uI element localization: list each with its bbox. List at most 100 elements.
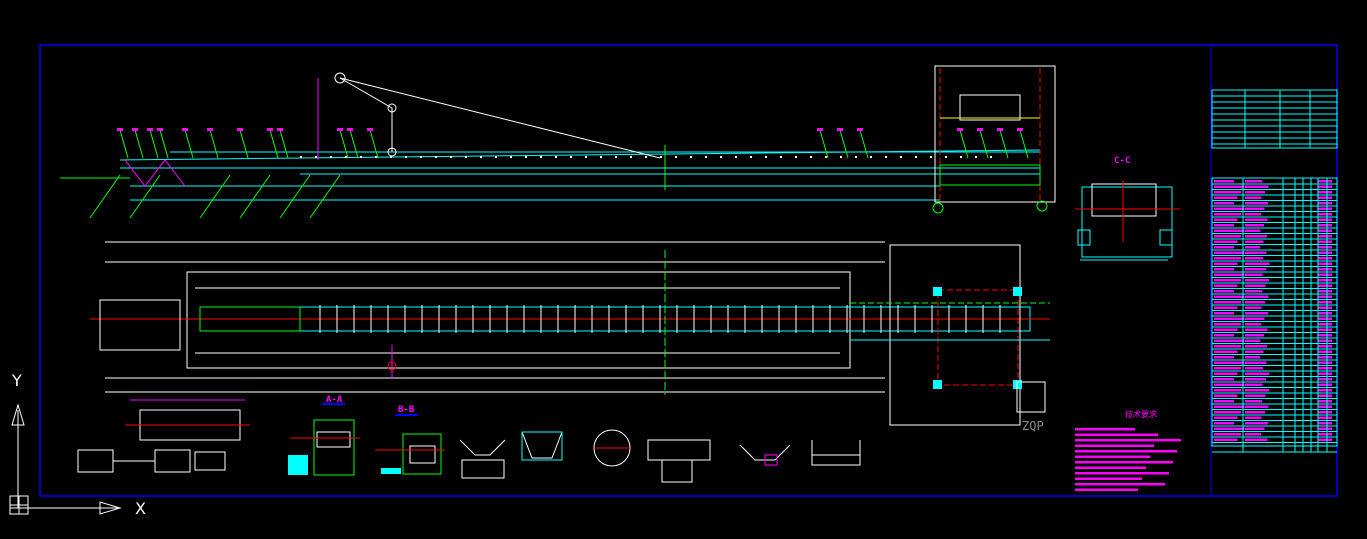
leader-line [279, 174, 311, 219]
table-text [1318, 317, 1332, 320]
table-text [1214, 422, 1234, 425]
table-text [1245, 405, 1269, 408]
leader-tag [117, 128, 123, 131]
idler-mark [795, 156, 797, 158]
note-line [1075, 428, 1135, 431]
table-text [1318, 284, 1332, 287]
idler-mark [900, 156, 902, 158]
note-line [1075, 444, 1154, 447]
ucs-x-label: X [135, 499, 146, 518]
table-text [1318, 389, 1332, 392]
table-text [1214, 350, 1238, 353]
leader-line [199, 174, 231, 219]
idler-mark [375, 156, 377, 158]
leader-tag [132, 128, 138, 131]
table-text [1214, 202, 1234, 205]
table-text [1214, 290, 1234, 293]
idler-mark [855, 156, 857, 158]
table-text [1214, 273, 1245, 276]
idler-mark [345, 156, 347, 158]
idler-mark [960, 156, 962, 158]
table-text [1318, 394, 1332, 397]
table-text [1214, 433, 1241, 436]
table-text [1245, 196, 1262, 199]
leader-tag [1017, 128, 1023, 131]
table-text [1318, 218, 1332, 221]
table-text [1245, 317, 1265, 320]
table-text [1245, 279, 1269, 282]
table-text [1245, 251, 1267, 254]
idler-mark [660, 156, 662, 158]
table-text [1318, 273, 1332, 276]
section-c-view [1075, 180, 1180, 261]
table-text [1245, 301, 1265, 304]
idler-mark [915, 156, 917, 158]
table-text [1214, 400, 1234, 403]
idler-mark [585, 156, 587, 158]
table-text [1318, 367, 1332, 370]
idler-mark [300, 156, 302, 158]
leader-line [209, 129, 219, 159]
table-text [1245, 400, 1262, 403]
leader-line [119, 129, 129, 159]
idler-mark [810, 156, 812, 158]
table-text [1245, 438, 1268, 441]
ucs-y-label: Y [11, 371, 22, 390]
table-text [1245, 273, 1263, 276]
table-text [1245, 356, 1260, 359]
table-text [1245, 246, 1260, 249]
table-text [1214, 235, 1241, 238]
table-text [1245, 422, 1268, 425]
table-text [1245, 191, 1265, 194]
idler-mark [480, 156, 482, 158]
idler-mark [840, 156, 842, 158]
table-text [1214, 284, 1238, 287]
idler-mark [645, 156, 647, 158]
ucs-icon [9, 403, 122, 515]
table-text [1245, 378, 1266, 381]
table-text [1214, 383, 1245, 386]
drive-unit-detail [77, 399, 250, 473]
idler-mark [825, 156, 827, 158]
idler-mark [540, 156, 542, 158]
leader-tag [147, 128, 153, 131]
table-text [1214, 251, 1245, 254]
leader-tag [182, 128, 188, 131]
table-text [1245, 416, 1262, 419]
drawing-frame [39, 44, 1338, 497]
cad-drawing-canvas[interactable]: ZQP C-C A-A B-B 技术要求 Y X [0, 0, 1367, 539]
table-text [1214, 279, 1241, 282]
leader-line [279, 129, 289, 159]
idler-mark [495, 156, 497, 158]
table-text [1245, 257, 1263, 260]
idler-mark [630, 156, 632, 158]
table-text [1214, 361, 1245, 364]
table-text [1214, 218, 1238, 221]
idler-mark [930, 156, 932, 158]
stamp-label: ZQP [1022, 419, 1044, 433]
table-text [1318, 301, 1332, 304]
table-text [1214, 295, 1245, 298]
table-text [1214, 389, 1241, 392]
section-a-view [288, 419, 360, 476]
leader-line [979, 129, 989, 159]
table-text [1214, 334, 1234, 337]
table-text [1214, 229, 1245, 232]
table-text [1318, 339, 1332, 342]
idler-mark [450, 156, 452, 158]
table-text [1245, 290, 1262, 293]
idler-mark [735, 156, 737, 158]
elevation-leaders [89, 128, 1029, 219]
leader-line [839, 129, 849, 159]
idler-mark [750, 156, 752, 158]
note-line [1075, 477, 1142, 480]
leader-tag [997, 128, 1003, 131]
table-text [1318, 240, 1332, 243]
leader-line [149, 129, 159, 159]
idler-mark [885, 156, 887, 158]
leader-line [1019, 129, 1029, 159]
table-text [1318, 356, 1332, 359]
leader-tag [267, 128, 273, 131]
table-text [1214, 394, 1238, 397]
idler-mark [570, 156, 572, 158]
